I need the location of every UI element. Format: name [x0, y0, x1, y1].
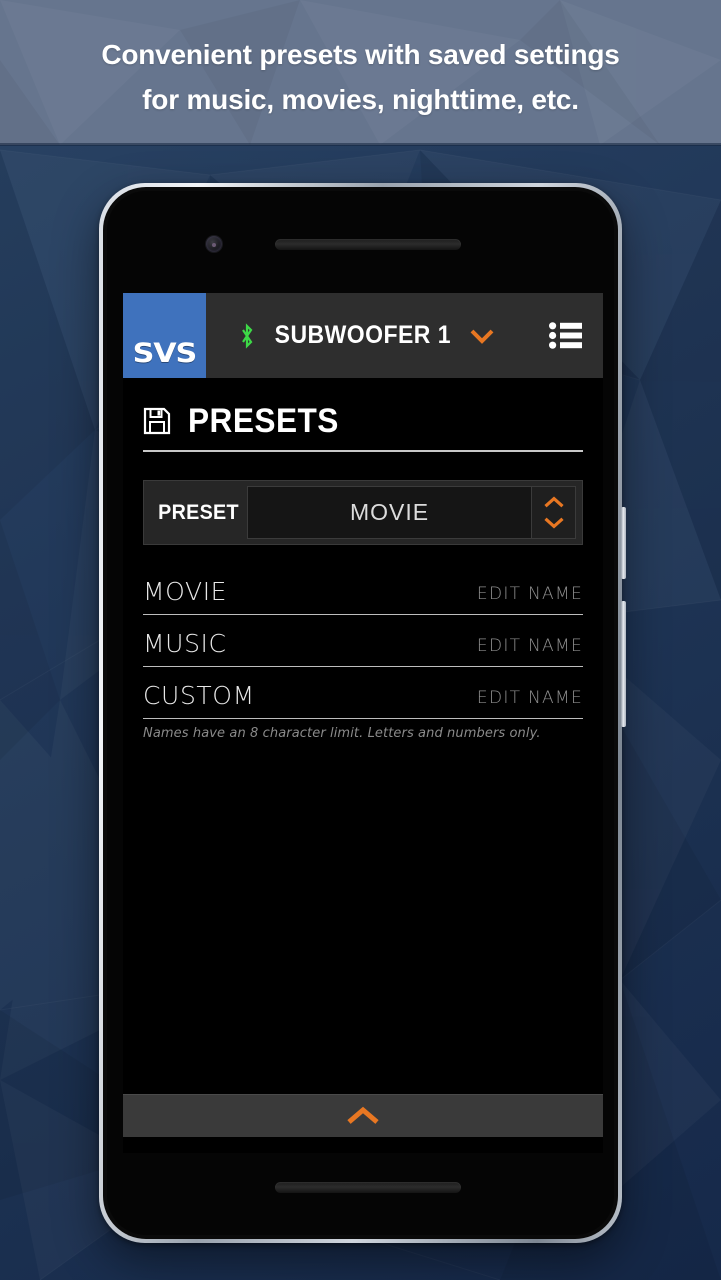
app-bar: SVS SUBWOOFER 1 [123, 293, 603, 378]
bottom-speaker [275, 1182, 461, 1193]
svs-logo-text: SVS [132, 338, 198, 369]
edit-name-button[interactable]: EDIT NAME [477, 584, 583, 606]
promo-line-2: for music, movies, nighttime, etc. [142, 84, 579, 115]
bluetooth-icon [241, 322, 253, 349]
preset-value: MOVIE [349, 499, 430, 525]
phone-screen: SVS SUBWOOFER 1 PRESETS PRESET MOVIE MOV… [123, 293, 603, 1153]
preset-name: MOVIE [143, 577, 228, 606]
preset-list: MOVIE EDIT NAME MUSIC EDIT NAME CUSTOM E… [143, 563, 583, 719]
device-name-label: SUBWOOFER 1 [274, 321, 451, 349]
save-floppy-icon [143, 407, 171, 435]
front-camera-icon [206, 236, 222, 252]
list-menu-icon [548, 322, 582, 349]
preset-value-field[interactable]: MOVIE [247, 486, 532, 539]
phone-device: SVS SUBWOOFER 1 PRESETS PRESET MOVIE MOV… [99, 183, 626, 1243]
section-header: PRESETS [143, 404, 583, 452]
svs-logo[interactable]: SVS [123, 293, 206, 378]
edit-name-button[interactable]: EDIT NAME [477, 688, 583, 710]
banner-divider [0, 143, 721, 146]
preset-stepper[interactable] [532, 486, 576, 539]
preset-name: CUSTOM [143, 681, 255, 710]
preset-hint-text: Names have an 8 character limit. Letters… [143, 726, 541, 741]
earpiece-speaker [275, 239, 461, 250]
bottom-drawer-handle[interactable] [123, 1094, 603, 1137]
chevron-up-icon[interactable] [543, 496, 565, 509]
preset-row-movie[interactable]: MOVIE EDIT NAME [143, 563, 583, 615]
page-root: Convenient presets with saved settings f… [0, 0, 721, 1280]
chevron-up-icon [347, 1106, 379, 1124]
promo-text: Convenient presets with saved settings f… [0, 0, 721, 122]
promo-banner: Convenient presets with saved settings f… [0, 0, 721, 145]
menu-button[interactable] [527, 293, 603, 378]
preset-row-custom[interactable]: CUSTOM EDIT NAME [143, 667, 583, 719]
page-title: PRESETS [188, 402, 339, 440]
preset-row-music[interactable]: MUSIC EDIT NAME [143, 615, 583, 667]
power-button[interactable] [621, 507, 626, 579]
preset-selector-row: PRESET MOVIE [143, 480, 583, 545]
phone-body: SVS SUBWOOFER 1 PRESETS PRESET MOVIE MOV… [103, 187, 618, 1239]
promo-line-1: Convenient presets with saved settings [101, 39, 620, 70]
preset-name: MUSIC [143, 629, 227, 658]
preset-label: PRESET [158, 500, 239, 524]
edit-name-button[interactable]: EDIT NAME [477, 636, 583, 658]
phone-bezel: SVS SUBWOOFER 1 PRESETS PRESET MOVIE MOV… [107, 191, 614, 1235]
device-selector[interactable]: SUBWOOFER 1 [206, 293, 527, 378]
chevron-down-icon[interactable] [469, 328, 495, 344]
volume-button[interactable] [621, 601, 626, 727]
chevron-down-icon[interactable] [543, 516, 565, 529]
